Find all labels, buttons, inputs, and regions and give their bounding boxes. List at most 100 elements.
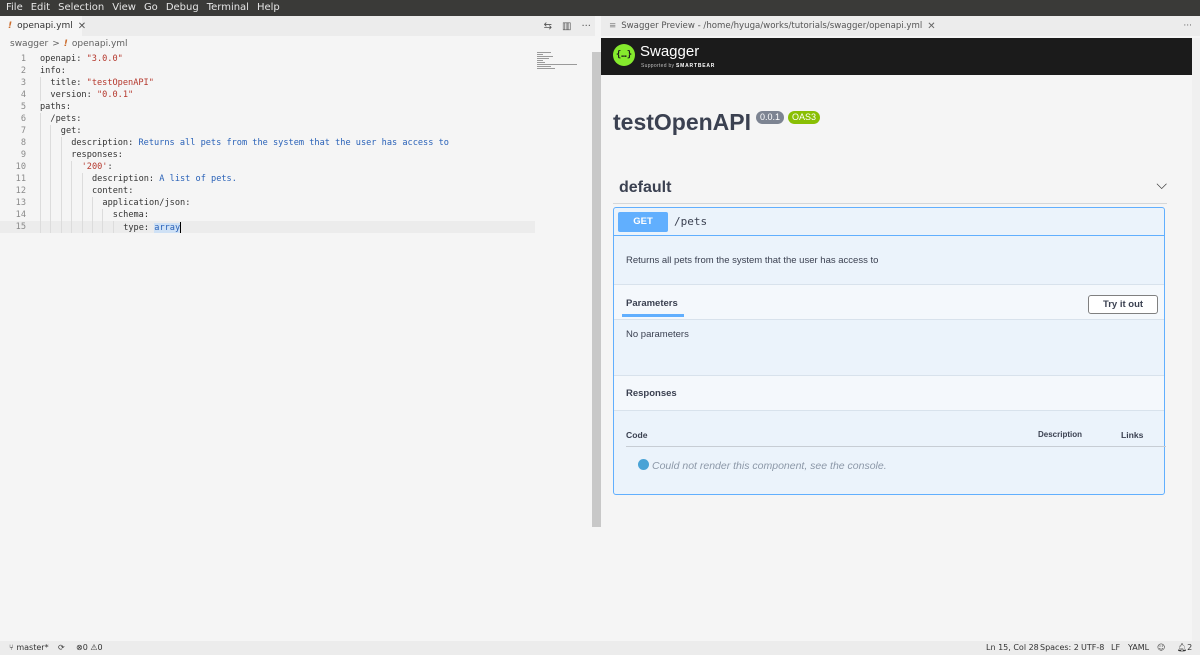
- try-it-out-button[interactable]: Try it out: [1088, 295, 1158, 314]
- render-error: Could not render this component, see the…: [638, 459, 887, 472]
- operation-summary[interactable]: GET /pets: [614, 208, 1164, 236]
- yaml-key: get: [60, 126, 77, 136]
- code-line[interactable]: 5 paths:: [0, 101, 535, 113]
- code-line[interactable]: 14 schema:: [0, 209, 535, 221]
- code-line[interactable]: 9 responses:: [0, 149, 535, 161]
- more-actions-icon[interactable]: ···: [1183, 16, 1192, 36]
- line-number: 6: [20, 114, 26, 124]
- feedback-icon[interactable]: ☺: [1157, 641, 1165, 655]
- code-text: responses:: [71, 150, 123, 160]
- minimap[interactable]: [537, 52, 577, 72]
- scream-emoji-icon: [638, 459, 649, 470]
- code-text: /pets:: [50, 114, 81, 124]
- code-text: get:: [61, 126, 82, 136]
- line-number: 12: [15, 186, 26, 196]
- breadcrumb-folder[interactable]: swagger: [10, 39, 48, 49]
- error-count: 0: [82, 643, 88, 652]
- code-line[interactable]: 6/pets:: [0, 113, 535, 125]
- code-line[interactable]: 1 openapi: "3.0.0": [0, 53, 535, 65]
- close-icon[interactable]: ✕: [78, 21, 86, 32]
- menu-help[interactable]: Help: [257, 0, 280, 16]
- indent-guide: [40, 77, 41, 89]
- line-number: 1: [20, 54, 26, 64]
- code-line[interactable]: 13 application/json:: [0, 197, 535, 209]
- indent-guide: [71, 161, 73, 173]
- open-changes-icon[interactable]: ⇆: [544, 21, 552, 32]
- encoding[interactable]: UTF-8: [1081, 641, 1104, 655]
- indent-guide: [60, 197, 62, 209]
- colon: :: [128, 186, 134, 196]
- problems-status[interactable]: ⊗0 ⚠0: [76, 641, 103, 655]
- editor-scrollbar[interactable]: [592, 52, 601, 527]
- close-icon[interactable]: ✕: [927, 21, 935, 32]
- indent-guide: [40, 137, 41, 149]
- indent-guide: [40, 221, 41, 233]
- indent-guide: [60, 137, 62, 149]
- tab-openapi-yml[interactable]: ! openapi.yml ✕: [0, 16, 86, 36]
- more-actions-icon[interactable]: ···: [581, 21, 591, 32]
- code-text: title: "testOpenAPI": [50, 78, 154, 88]
- tag-section-default[interactable]: default ⌵: [613, 173, 1167, 204]
- chevron-down-icon[interactable]: ⌵: [1156, 177, 1167, 193]
- yaml-key: '200': [81, 162, 108, 172]
- swagger-preview-group: ≡ Swagger Preview - /home/hyuga/works/tu…: [601, 16, 1200, 641]
- swagger-supported-by: Supported by SMARTBEAR: [641, 63, 715, 69]
- line-ending[interactable]: LF: [1111, 641, 1120, 655]
- code-line[interactable]: 11 description: A list of pets.: [0, 173, 535, 185]
- menu-file[interactable]: File: [6, 0, 23, 16]
- menu-debug[interactable]: Debug: [166, 0, 199, 16]
- tab-swagger-preview[interactable]: ≡ Swagger Preview - /home/hyuga/works/tu…: [609, 16, 936, 36]
- preview-scrollbar[interactable]: [1192, 38, 1200, 641]
- code-line[interactable]: 7 get:: [0, 125, 535, 137]
- yaml-value: "3.0.0": [86, 54, 123, 64]
- code-text: version: "0.0.1": [50, 90, 133, 100]
- responses-label: Responses: [626, 388, 677, 399]
- col-links: Links: [1121, 430, 1144, 440]
- line-number: 10: [15, 162, 26, 172]
- col-code: Code: [626, 430, 648, 440]
- menu-edit[interactable]: Edit: [31, 0, 50, 16]
- breadcrumb-file[interactable]: openapi.yml: [72, 39, 128, 49]
- branch-status[interactable]: ⑂ master*: [9, 641, 49, 655]
- chevron-right-icon: >: [52, 39, 60, 49]
- yaml-value: array: [154, 222, 181, 233]
- menu-terminal[interactable]: Terminal: [207, 0, 249, 16]
- code-line[interactable]: 4 version: "0.0.1": [0, 89, 535, 101]
- indent-guide: [60, 185, 62, 197]
- sync-icon[interactable]: ⟳: [58, 641, 65, 655]
- smartbear-text: SMARTBEAR: [676, 63, 716, 69]
- app-window: File Edit Selection View Go Debug Termin…: [0, 0, 1200, 655]
- yaml-file-icon: !: [8, 21, 13, 31]
- menu-go[interactable]: Go: [144, 0, 158, 16]
- branch-name: master*: [16, 643, 49, 652]
- code-line[interactable]: 12 content:: [0, 185, 535, 197]
- language-mode[interactable]: YAML: [1128, 641, 1149, 655]
- code-line[interactable]: 8 description: Returns all pets from the …: [0, 137, 535, 149]
- notifications[interactable]: 🔔︎2: [1177, 641, 1192, 655]
- code-text: '200':: [82, 162, 113, 172]
- code-line[interactable]: 2 info:: [0, 65, 535, 77]
- menu-selection[interactable]: Selection: [58, 0, 104, 16]
- indent-guide: [50, 161, 52, 173]
- api-title: testOpenAPI: [613, 109, 752, 135]
- cursor-position[interactable]: Ln 15, Col 28: [986, 641, 1039, 655]
- indentation[interactable]: Spaces: 2: [1040, 641, 1079, 655]
- colon: :: [65, 102, 72, 112]
- preview-tab-label: Swagger Preview - /home/hyuga/works/tuto…: [621, 21, 923, 31]
- yaml-key: description: [71, 138, 129, 148]
- code-editor[interactable]: 1 openapi: "3.0.0" 2 info: 3 title: "testOpen…: [0, 52, 595, 642]
- code-line[interactable]: 15 type: array: [0, 221, 535, 233]
- responses-header: Responses: [614, 375, 1164, 411]
- yaml-key: openapi: [40, 54, 77, 64]
- no-parameters-text: No parameters: [626, 329, 689, 340]
- menu-view[interactable]: View: [112, 0, 136, 16]
- indent-guide: [40, 185, 41, 197]
- indent-guide: [102, 221, 104, 233]
- code-line[interactable]: 10 '200':: [0, 161, 535, 173]
- yaml-key: info: [40, 66, 61, 76]
- oas-badge: OAS3: [788, 111, 821, 124]
- git-branch-icon: ⑂: [9, 643, 14, 652]
- split-editor-icon[interactable]: ▥: [562, 21, 571, 32]
- parameters-tab[interactable]: Parameters: [626, 298, 678, 309]
- code-line[interactable]: 3 title: "testOpenAPI": [0, 77, 535, 89]
